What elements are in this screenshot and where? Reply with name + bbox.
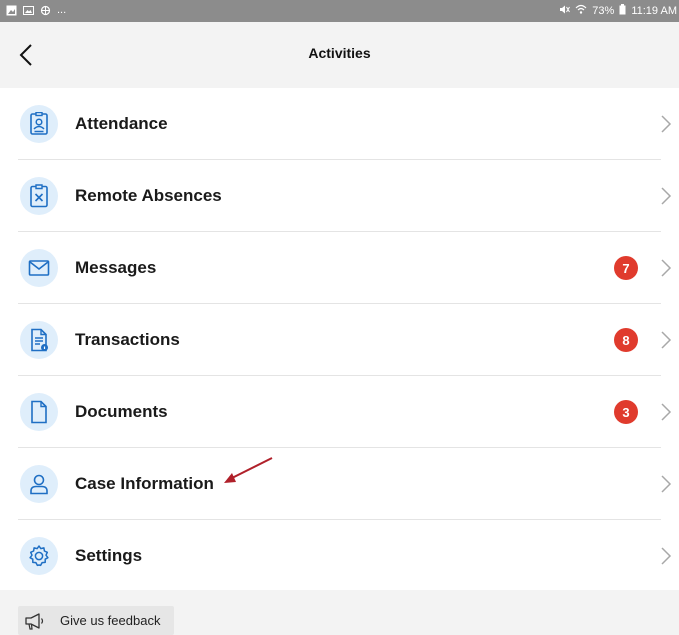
megaphone-icon [25,612,44,630]
page-title: Activities [308,45,371,61]
list-item-label: Attendance [75,114,168,133]
notification-gallery-icon [23,5,34,16]
feedback-label: Give us feedback [60,613,161,628]
app-header: Activities [0,22,679,88]
notification-app-icon [40,5,51,16]
battery-icon [619,4,626,18]
battery-percent: 73% [592,5,615,17]
notification-more: ... [57,4,67,16]
activities-list: Attendance Remote Absences Messages 7 Tr… [0,88,679,590]
list-item-messages[interactable]: Messages 7 [0,232,679,304]
chevron-right-icon [661,547,672,565]
list-item-label: Messages [75,258,157,277]
document-info-icon [20,321,58,359]
list-item-remote-absences[interactable]: Remote Absences [0,160,679,232]
notification-image-icon [6,5,17,16]
mute-icon [559,4,571,18]
chevron-right-icon [661,403,672,421]
person-icon [20,465,58,503]
list-item-documents[interactable]: Documents 3 [0,376,679,448]
status-bar: ... 73% 11:19 AM [0,0,679,22]
document-icon [20,393,58,431]
list-item-attendance[interactable]: Attendance [0,88,679,160]
clipboard-x-icon [20,177,58,215]
annotation-arrow-icon [224,457,273,483]
list-item-label: Transactions [75,330,180,349]
chevron-right-icon [661,331,672,349]
give-feedback-button[interactable]: Give us feedback [18,606,174,635]
list-item-case-information[interactable]: Case Information [0,448,679,520]
list-item-label: Case Information [75,474,214,493]
gear-icon [20,537,58,575]
notification-icons: ... [6,4,66,16]
list-item-transactions[interactable]: Transactions 8 [0,304,679,376]
chevron-right-icon [661,187,672,205]
unread-count-badge: 3 [614,400,638,424]
list-item-label: Remote Absences [75,186,222,205]
list-item-label: Documents [75,402,168,421]
list-item-label: Settings [75,546,143,565]
list-item-settings[interactable]: Settings [0,520,679,592]
chevron-right-icon [661,115,672,133]
chevron-right-icon [661,475,672,493]
chevron-right-icon [661,259,672,277]
envelope-icon [20,249,58,287]
unread-count-badge: 8 [614,328,638,352]
unread-count-badge: 7 [614,256,638,280]
attendance-badge-icon [20,105,58,143]
wifi-icon [575,4,587,18]
clock: 11:19 AM [631,5,677,17]
system-indicators: 73% 11:19 AM [559,4,677,18]
